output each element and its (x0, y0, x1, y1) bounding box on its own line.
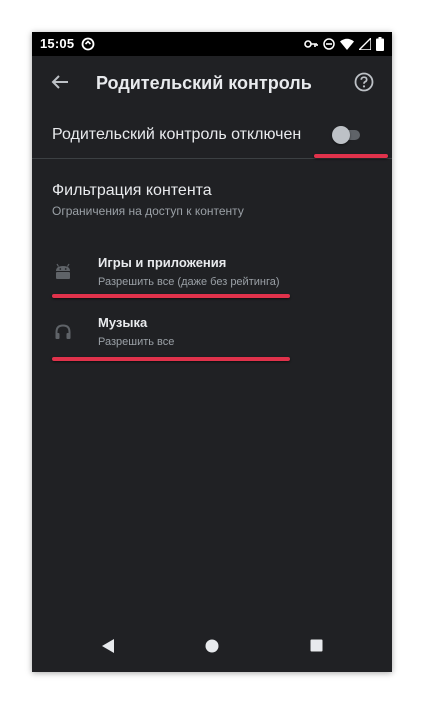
back-button[interactable] (42, 66, 78, 102)
status-icons (304, 36, 384, 52)
navigation-bar (32, 624, 392, 672)
cell-signal-icon (359, 38, 371, 50)
nav-home-button[interactable] (198, 634, 226, 662)
help-button[interactable] (346, 66, 382, 102)
status-bar: 15:05 (32, 32, 392, 56)
content-filtering-title: Фильтрация контента (52, 182, 212, 199)
wifi-icon (340, 38, 354, 50)
parental-control-toggle-row[interactable]: Родительский контроль отключен (32, 112, 392, 158)
list-item-music[interactable]: Музыка Разрешить все (32, 306, 392, 362)
app-notification-icon (81, 37, 95, 51)
headphones-icon (54, 323, 72, 341)
parental-control-status-label: Родительский контроль отключен (52, 126, 302, 143)
parental-control-switch[interactable] (332, 126, 362, 144)
phone-screen: 15:05 Родительский контроль Родительский… (32, 32, 392, 672)
battery-icon (376, 37, 384, 51)
home-icon (205, 639, 219, 658)
android-icon (54, 263, 72, 281)
switch-thumb (332, 126, 350, 144)
content-filtering-subtitle: Ограничения на доступ к контенту (52, 204, 244, 218)
do-not-disturb-icon (323, 38, 335, 50)
recents-icon (310, 639, 323, 657)
music-title: Музыка (98, 315, 148, 330)
back-icon (101, 638, 115, 659)
vpn-key-icon (304, 39, 318, 49)
games-and-apps-subtitle: Разрешить все (даже без рейтинга) (98, 276, 280, 288)
help-icon (354, 72, 374, 97)
annotation-underline-music (52, 357, 290, 361)
divider (32, 158, 392, 159)
music-subtitle: Разрешить все (98, 336, 175, 348)
toolbar: Родительский контроль (32, 56, 392, 112)
nav-recents-button[interactable] (302, 634, 330, 662)
annotation-underline-games (52, 294, 290, 298)
games-and-apps-title: Игры и приложения (98, 255, 227, 270)
nav-back-button[interactable] (94, 634, 122, 662)
page-title: Родительский контроль (96, 73, 312, 93)
annotation-underline-toggle (314, 154, 388, 158)
arrow-back-icon (51, 73, 69, 96)
status-time: 15:05 (40, 36, 75, 51)
